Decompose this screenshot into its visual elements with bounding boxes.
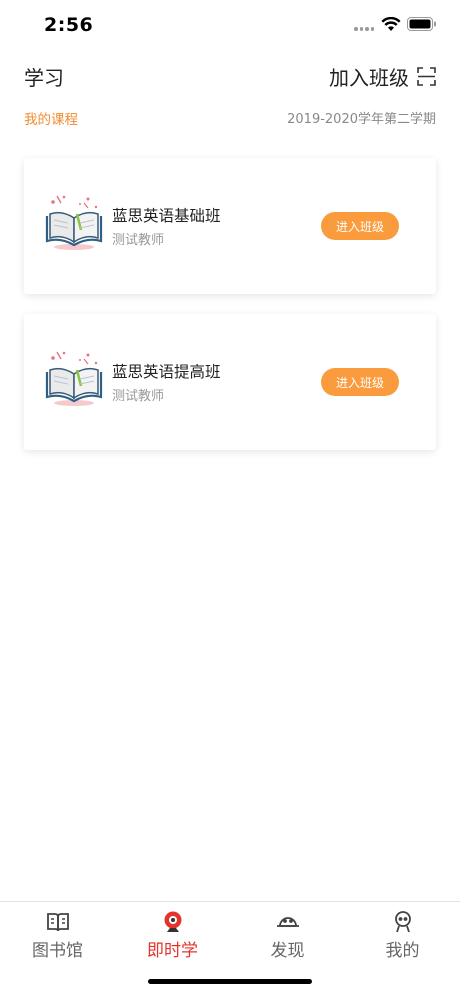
course-card[interactable]: 蓝思英语基础班 测试教师 进入班级 <box>24 158 436 294</box>
tab-label: 我的 <box>385 941 420 961</box>
course-name: 蓝思英语提高班 <box>112 363 221 381</box>
webcam-icon <box>164 911 181 932</box>
course-card[interactable]: 蓝思英语提高班 测试教师 进入班级 <box>24 314 436 450</box>
enter-class-button[interactable]: 进入班级 <box>321 368 399 396</box>
sub-header: 我的课程 2019-2020学年第二学期 <box>0 108 460 128</box>
open-book-icon <box>45 195 103 250</box>
tab-label: 即时学 <box>147 941 198 961</box>
enter-class-button[interactable]: 进入班级 <box>321 212 399 240</box>
course-name: 蓝思英语基础班 <box>112 207 221 225</box>
scan-icon <box>417 67 436 86</box>
my-courses-label: 我的课程 <box>24 112 78 128</box>
page-title: 学习 <box>24 66 64 90</box>
tab-label: 发现 <box>270 941 305 961</box>
status-time: 2:56 <box>44 14 94 36</box>
tab-label: 图书馆 <box>32 941 83 961</box>
tab-library[interactable]: 图书馆 <box>0 910 115 961</box>
teacher-name: 测试教师 <box>112 389 165 404</box>
join-class-button[interactable]: 加入班级 <box>329 62 436 91</box>
open-book-icon <box>45 351 103 406</box>
wifi-icon <box>381 17 401 31</box>
signal-icon <box>354 27 374 31</box>
tab-discover[interactable]: 发现 <box>230 910 345 961</box>
battery-icon <box>407 17 436 31</box>
book-icon <box>46 913 69 932</box>
planet-icon <box>276 917 299 927</box>
semester-label: 2019-2020学年第二学期 <box>287 112 436 127</box>
status-bar: 2:56 <box>0 0 460 52</box>
person-icon <box>394 911 411 933</box>
header: 学习 加入班级 <box>0 56 460 96</box>
join-class-label: 加入班级 <box>329 66 409 90</box>
tab-live-learn[interactable]: 即时学 <box>115 910 230 961</box>
home-indicator <box>148 979 312 984</box>
teacher-name: 测试教师 <box>112 233 165 248</box>
tab-mine[interactable]: 我的 <box>345 910 460 961</box>
